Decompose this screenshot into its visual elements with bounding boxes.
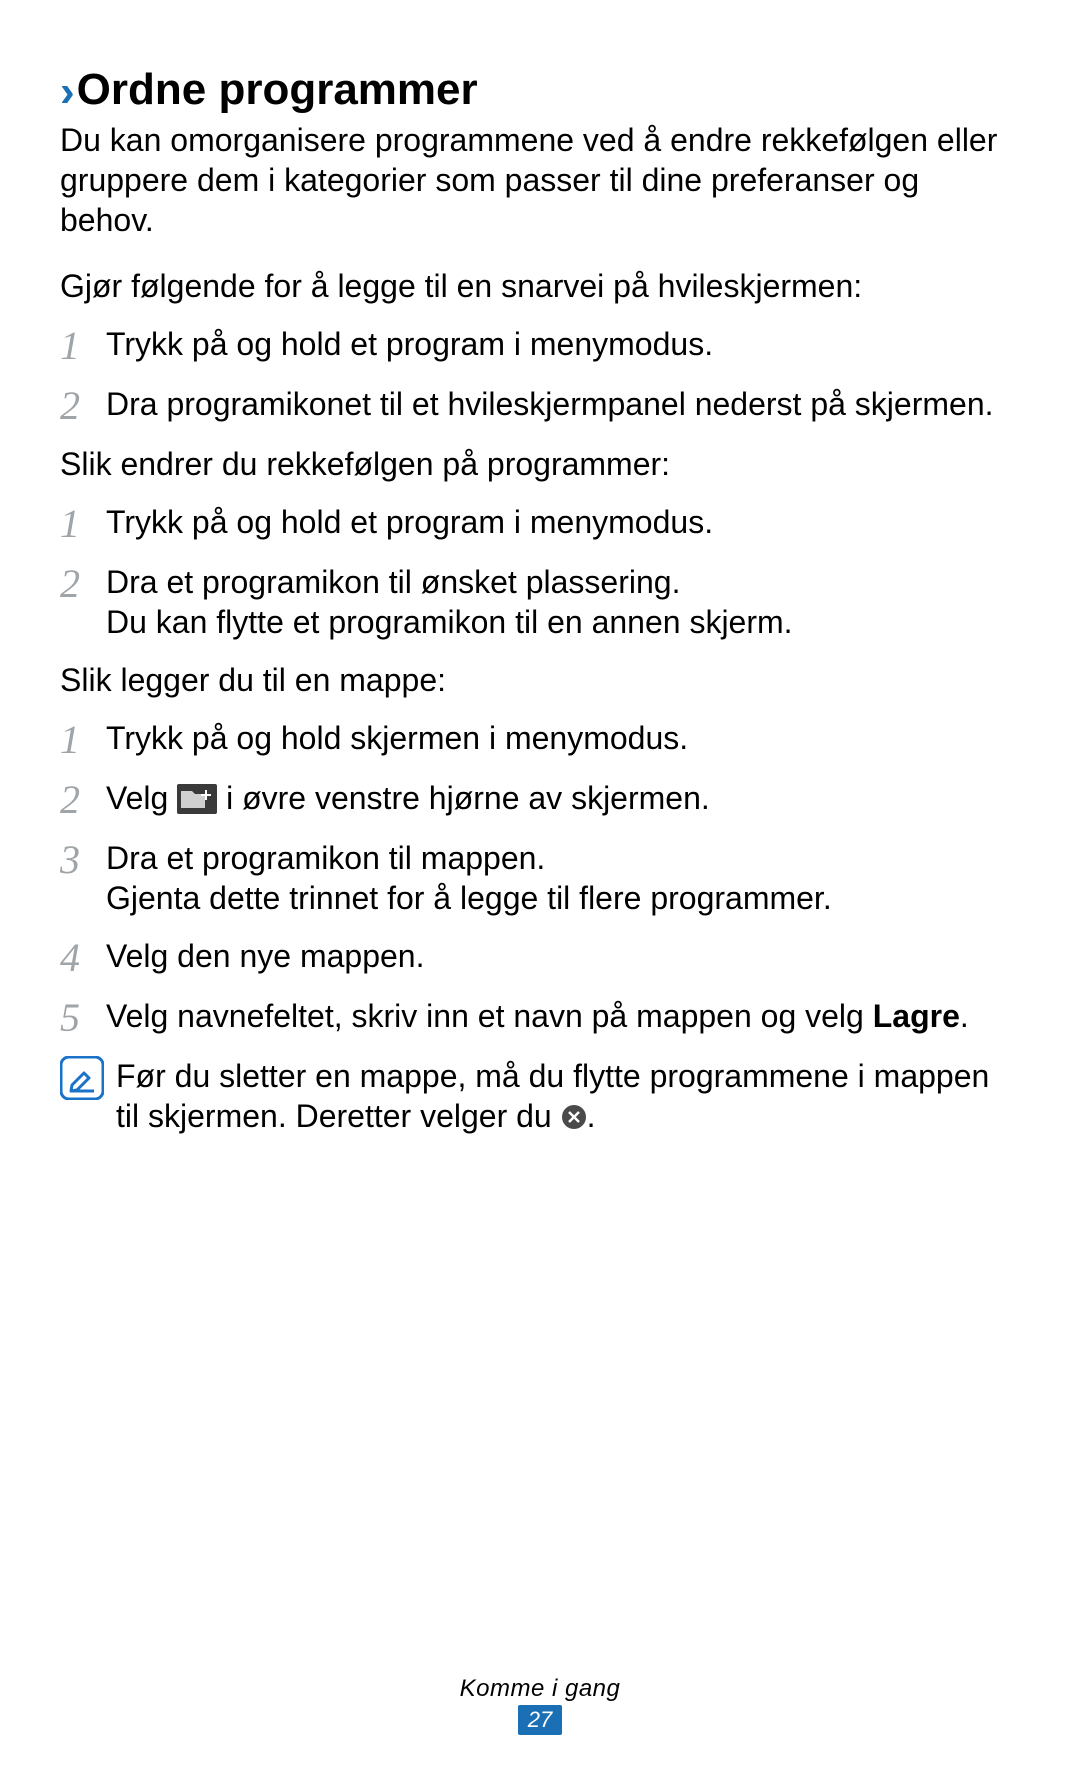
step-text: Trykk på og hold et program i menymodus. bbox=[106, 502, 1020, 544]
step-row: 5 Velg navnefeltet, skriv inn et navn på… bbox=[60, 996, 1020, 1038]
step-number: 5 bbox=[60, 996, 106, 1038]
intro-paragraph: Du kan omorganisere programmene ved å en… bbox=[60, 120, 1020, 240]
section-heading: › Ordne programmer bbox=[60, 68, 1020, 112]
page-footer: Komme i gang 27 bbox=[0, 1675, 1080, 1735]
step-text: Trykk på og hold et program i menymodus. bbox=[106, 324, 1020, 366]
step-row: 2 Dra et programikon til ønsket plasseri… bbox=[60, 562, 1020, 642]
step-number: 2 bbox=[60, 384, 106, 426]
step-number: 1 bbox=[60, 502, 106, 544]
step-text-bold: Lagre bbox=[873, 998, 960, 1034]
step-text: Trykk på og hold skjermen i menymodus. bbox=[106, 718, 1020, 760]
step-text: Dra programikonet til et hvileskjermpane… bbox=[106, 384, 1020, 426]
step-text: Dra et programikon til mappen.Gjenta det… bbox=[106, 838, 1020, 918]
note-text-part: Før du sletter en mappe, må du flytte pr… bbox=[116, 1058, 989, 1134]
step-row: 2 Dra programikonet til et hvileskjermpa… bbox=[60, 384, 1020, 426]
document-page: › Ordne programmer Du kan omorganisere p… bbox=[0, 0, 1080, 1136]
new-folder-icon bbox=[177, 784, 217, 814]
step-text: Velg navnefeltet, skriv inn et navn på m… bbox=[106, 996, 1020, 1038]
step-row: 1 Trykk på og hold et program i menymodu… bbox=[60, 502, 1020, 544]
page-number-badge: 27 bbox=[518, 1705, 562, 1735]
note-row: Før du sletter en mappe, må du flytte pr… bbox=[60, 1056, 1020, 1136]
step-text-part: i øvre venstre hjørne av skjermen. bbox=[217, 780, 710, 816]
step-number: 2 bbox=[60, 778, 106, 820]
heading-text: Ordne programmer bbox=[77, 68, 478, 112]
footer-section-title: Komme i gang bbox=[0, 1675, 1080, 1703]
note-text: Før du sletter en mappe, må du flytte pr… bbox=[116, 1056, 1020, 1136]
step-text: Dra et programikon til ønsket plassering… bbox=[106, 562, 1020, 642]
step-number: 1 bbox=[60, 718, 106, 760]
step-row: 2 Velg i øvre venstre hjørne av skjermen… bbox=[60, 778, 1020, 820]
note-text-part: . bbox=[587, 1098, 596, 1134]
instruction-paragraph: Slik legger du til en mappe: bbox=[60, 660, 1020, 700]
note-icon bbox=[60, 1056, 116, 1136]
instruction-paragraph: Slik endrer du rekkefølgen på programmer… bbox=[60, 444, 1020, 484]
step-text-part: . bbox=[960, 998, 969, 1034]
step-number: 4 bbox=[60, 936, 106, 978]
step-row: 1 Trykk på og hold skjermen i menymodus. bbox=[60, 718, 1020, 760]
delete-icon bbox=[561, 1104, 587, 1130]
step-text-part: Velg navnefeltet, skriv inn et navn på m… bbox=[106, 998, 873, 1034]
instruction-paragraph: Gjør følgende for å legge til en snarvei… bbox=[60, 266, 1020, 306]
step-text-part: Velg bbox=[106, 780, 177, 816]
step-number: 3 bbox=[60, 838, 106, 918]
step-row: 4 Velg den nye mappen. bbox=[60, 936, 1020, 978]
step-row: 3 Dra et programikon til mappen.Gjenta d… bbox=[60, 838, 1020, 918]
step-number: 2 bbox=[60, 562, 106, 642]
step-text: Velg den nye mappen. bbox=[106, 936, 1020, 978]
step-row: 1 Trykk på og hold et program i menymodu… bbox=[60, 324, 1020, 366]
chevron-right-icon: › bbox=[60, 70, 75, 114]
step-number: 1 bbox=[60, 324, 106, 366]
step-text: Velg i øvre venstre hjørne av skjermen. bbox=[106, 778, 1020, 820]
